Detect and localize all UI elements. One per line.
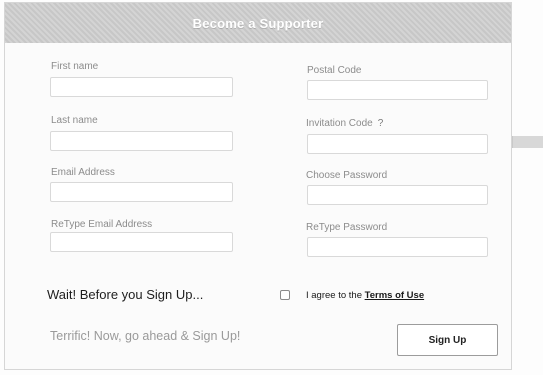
agree-prefix: I agree to the bbox=[306, 290, 365, 301]
retype-password-label: ReType Password bbox=[306, 222, 388, 233]
first-name-label: First name bbox=[51, 61, 99, 72]
password-label: Choose Password bbox=[306, 170, 388, 181]
terrific-message: Terrific! Now, go ahead & Sign Up! bbox=[50, 329, 241, 343]
last-name-label: Last name bbox=[51, 115, 98, 126]
postal-code-label: Postal Code bbox=[307, 65, 362, 76]
last-name-field[interactable] bbox=[50, 131, 233, 151]
retype-email-label: ReType Email Address bbox=[51, 219, 153, 230]
retype-password-field[interactable] bbox=[307, 237, 488, 257]
email-field[interactable] bbox=[50, 182, 233, 202]
side-tab bbox=[512, 136, 543, 148]
header-bar: Become a Supporter bbox=[5, 3, 511, 43]
invitation-code-label-text: Invitation Code bbox=[306, 118, 373, 129]
password-field[interactable] bbox=[307, 185, 488, 205]
agree-terms-checkbox[interactable] bbox=[280, 290, 290, 300]
email-label: Email Address bbox=[51, 167, 115, 178]
signup-page: Become a Supporter First name Last name … bbox=[0, 0, 543, 375]
sign-up-button[interactable]: Sign Up bbox=[397, 324, 498, 356]
page-title: Become a Supporter bbox=[192, 15, 324, 31]
first-name-field[interactable] bbox=[50, 77, 233, 97]
agree-terms-label: I agree to the Terms of Use bbox=[306, 290, 424, 301]
question-mark-icon[interactable]: ? bbox=[378, 118, 384, 129]
postal-code-field[interactable] bbox=[307, 80, 488, 100]
invitation-code-field[interactable] bbox=[307, 134, 488, 154]
invitation-code-label: Invitation Code? bbox=[306, 118, 383, 129]
wait-message: Wait! Before you Sign Up... bbox=[47, 287, 204, 302]
terms-of-use-link[interactable]: Terms of Use bbox=[365, 290, 424, 301]
retype-email-field[interactable] bbox=[50, 232, 233, 252]
